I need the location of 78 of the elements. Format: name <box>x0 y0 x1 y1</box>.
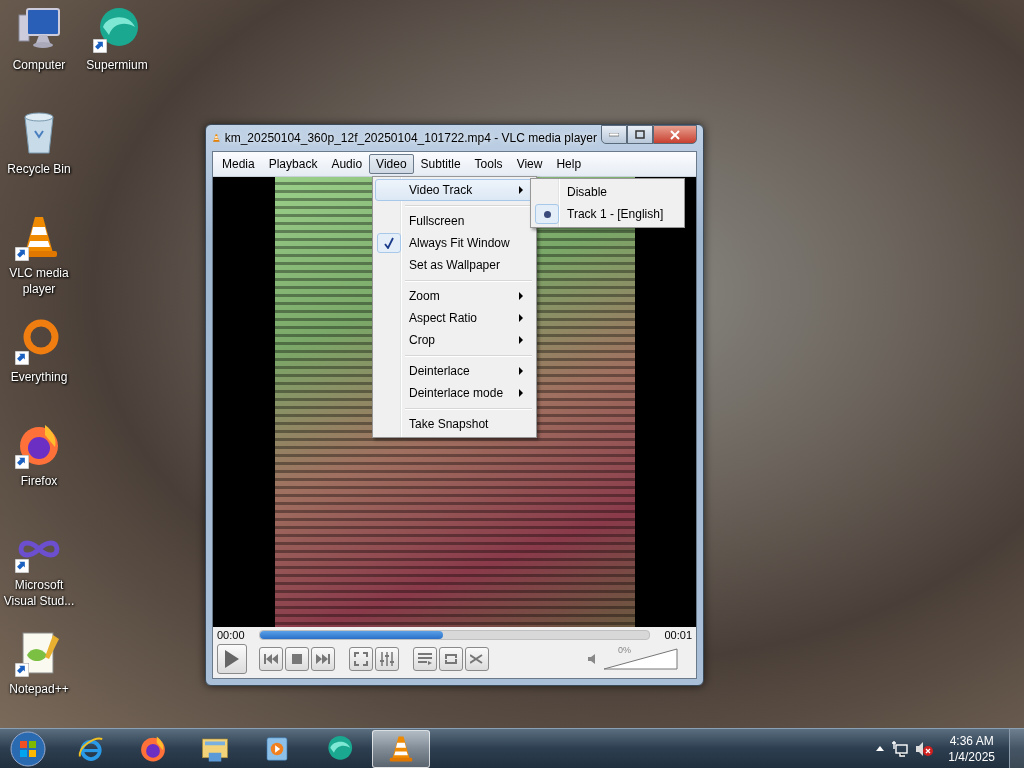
menu-item[interactable]: Video <box>369 154 414 174</box>
taskbar-clock[interactable]: 4:36 AM 1/4/2025 <box>948 732 995 765</box>
menu-option[interactable]: Aspect Ratio <box>375 307 534 329</box>
submenu-arrow-icon <box>519 292 523 300</box>
menu-item[interactable]: View <box>509 154 550 174</box>
menu-item[interactable]: Media <box>215 154 262 174</box>
shuffle-button[interactable] <box>465 647 489 671</box>
submenu-arrow-icon <box>519 367 523 375</box>
desktop-icon-label[interactable]: Microsoft Visual Stud... <box>1 577 77 609</box>
menu-option[interactable]: Fullscreen <box>375 210 534 232</box>
clock-time: 4:36 AM <box>949 732 994 749</box>
caret-up-icon[interactable] <box>876 746 885 751</box>
playlist-button[interactable] <box>413 647 437 671</box>
shuffle-icon <box>470 653 484 665</box>
show-desktop-button[interactable] <box>1009 728 1024 768</box>
previous-button[interactable] <box>259 647 283 671</box>
next-icon <box>316 654 330 664</box>
loop-icon <box>444 653 458 665</box>
sliders-icon <box>380 652 394 666</box>
menu-option[interactable]: Deinterlace <box>375 360 534 382</box>
previous-icon <box>264 654 278 664</box>
clock-date: 1/4/2025 <box>948 748 995 765</box>
menu-option[interactable]: Set as Wallpaper <box>375 254 534 276</box>
start-button[interactable] <box>10 730 46 767</box>
elapsed-time: 00:00 <box>217 629 245 641</box>
menu-item[interactable]: Help <box>549 154 589 174</box>
desktop-icon-label[interactable]: VLC media player <box>1 265 77 297</box>
desktop-icon-label[interactable]: Notepad++ <box>1 681 77 697</box>
shortcut-arrow-icon <box>15 455 29 469</box>
desktop-icon-label[interactable]: Firefox <box>1 473 77 489</box>
shortcut-arrow-icon <box>93 39 107 53</box>
volume-reading: 0% <box>618 645 631 655</box>
close-button[interactable] <box>653 125 697 144</box>
menu-option[interactable]: Crop <box>375 329 534 351</box>
fullscreen-icon <box>354 652 368 666</box>
submenu-arrow-icon <box>519 389 523 397</box>
menu-item[interactable]: Audio <box>324 154 370 174</box>
window-title: km_20250104_360p_12f_20250104_101722.mp4 - VLC media player <box>224 131 597 145</box>
loop-button[interactable] <box>439 647 463 671</box>
minimize-icon <box>609 132 619 137</box>
menu-option[interactable]: Take Snapshot <box>375 413 534 435</box>
shortcut-arrow-icon <box>15 663 29 677</box>
desktop-icon-label[interactable]: Everything <box>1 369 77 385</box>
menu-option[interactable]: Zoom <box>375 285 534 307</box>
desktop-icon-label[interactable]: Computer <box>1 57 77 73</box>
shortcut-arrow-icon <box>15 247 29 261</box>
fullscreen-button[interactable] <box>349 647 373 671</box>
desktop-icon-label[interactable]: Recycle Bin <box>1 161 77 177</box>
network-icon[interactable] <box>892 740 909 757</box>
submenu-arrow-icon <box>519 314 523 322</box>
next-button[interactable] <box>311 647 335 671</box>
list-icon <box>418 653 432 665</box>
menu-item[interactable]: Tools <box>467 154 510 174</box>
play-button[interactable] <box>217 644 247 674</box>
menu-option[interactable]: Always Fit Window <box>375 232 534 254</box>
play-icon <box>225 650 239 668</box>
muted-speaker-icon[interactable] <box>916 740 935 757</box>
desktop-icon-label[interactable]: Supermium <box>79 57 155 73</box>
taskbar-app-button[interactable] <box>372 729 430 768</box>
shortcut-arrow-icon <box>15 559 29 573</box>
total-time: 00:01 <box>664 629 692 641</box>
shortcut-arrow-icon <box>15 351 29 365</box>
close-icon <box>670 129 680 140</box>
submenu-arrow-icon <box>519 186 523 194</box>
speaker-icon <box>588 654 596 664</box>
stop-icon <box>292 654 302 664</box>
menu-option[interactable]: Deinterlace mode <box>375 382 534 404</box>
maximize-button[interactable] <box>627 125 653 144</box>
submenu-arrow-icon <box>519 336 523 344</box>
settings-button[interactable] <box>375 647 399 671</box>
menu-option[interactable]: Track 1 - [English] <box>533 203 682 225</box>
stop-button[interactable] <box>285 647 309 671</box>
maximize-icon <box>635 130 645 139</box>
menu-item[interactable]: Playback <box>261 154 325 174</box>
menu-item[interactable]: Subtitle <box>413 154 468 174</box>
minimize-button[interactable] <box>601 125 627 144</box>
seek-bar[interactable] <box>258 630 651 640</box>
menu-option[interactable]: Disable <box>533 181 682 203</box>
